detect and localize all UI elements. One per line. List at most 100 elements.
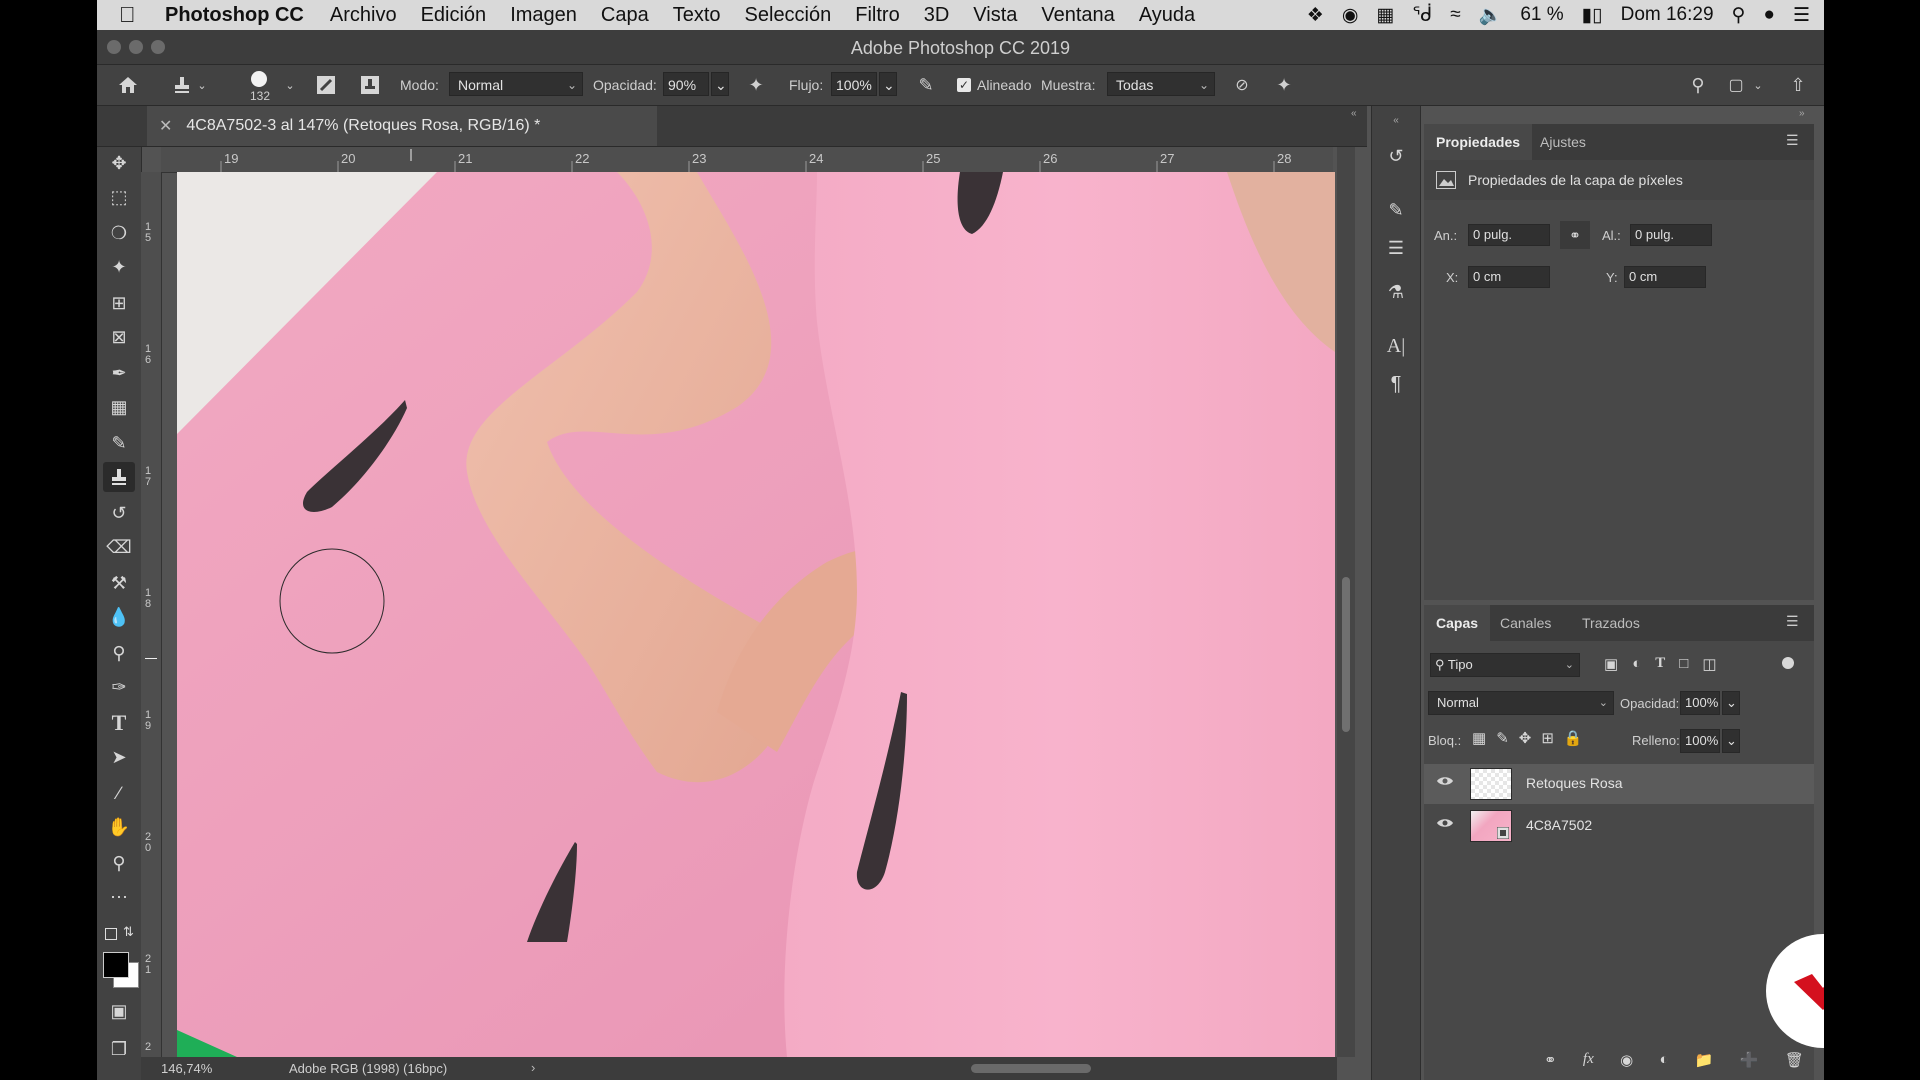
- x-field[interactable]: 0 cm: [1468, 266, 1550, 288]
- healing-brush-tool-icon[interactable]: ▦: [103, 392, 135, 422]
- menu-texto[interactable]: Texto: [673, 4, 721, 27]
- bluetooth-icon[interactable]: ᖂ: [1412, 4, 1432, 27]
- brush-settings-icon[interactable]: [315, 75, 337, 95]
- brush-picker-chevron-icon[interactable]: ⌄: [283, 73, 297, 97]
- frame-tool-icon[interactable]: ⊠: [103, 322, 135, 352]
- dock-collapse-icon[interactable]: «: [1382, 114, 1410, 126]
- width-field[interactable]: 0 pulg.: [1468, 224, 1550, 246]
- properties-menu-icon[interactable]: ☰: [1786, 132, 1799, 149]
- swap-colors-icon[interactable]: ⇅: [123, 924, 134, 940]
- volume-icon[interactable]: 🔈: [1479, 3, 1503, 27]
- wifi-icon[interactable]: ≈: [1450, 4, 1460, 26]
- layer-opacity-input[interactable]: 100%: [1680, 691, 1720, 715]
- filter-toggle-icon[interactable]: [1782, 657, 1794, 669]
- share-icon[interactable]: ⇧: [1787, 75, 1809, 95]
- opacity-chevron-icon[interactable]: ⌄: [711, 72, 729, 96]
- zoom-tool-icon[interactable]: ⚲: [103, 848, 135, 878]
- brush-presets-panel-icon[interactable]: ✎: [1382, 196, 1410, 224]
- right-dock-collapse-icon[interactable]: »: [1799, 108, 1805, 119]
- foreground-color-swatch[interactable]: [103, 952, 129, 978]
- clone-source-icon[interactable]: [359, 75, 381, 95]
- lock-all-icon[interactable]: 🔒: [1564, 729, 1583, 747]
- notification-center-icon[interactable]: ☰: [1793, 4, 1810, 27]
- flow-input[interactable]: 100%: [831, 72, 877, 96]
- canvas-vertical-scrollbar[interactable]: [1337, 147, 1355, 1057]
- clock[interactable]: Dom 16:29: [1621, 4, 1714, 26]
- brush-preview-icon[interactable]: [249, 69, 269, 89]
- fill-chevron-icon[interactable]: ⌄: [1722, 729, 1740, 753]
- line-tool-icon[interactable]: ∕: [103, 778, 135, 808]
- eye-icon[interactable]: [1436, 816, 1456, 836]
- menu-imagen[interactable]: Imagen: [510, 4, 577, 27]
- adjustments-panel-icon[interactable]: ☰: [1382, 234, 1410, 262]
- clone-stamp-icon[interactable]: [169, 73, 195, 97]
- tab-propiedades[interactable]: Propiedades: [1424, 124, 1533, 160]
- layer-name[interactable]: 4C8A7502: [1526, 817, 1592, 833]
- layer-style-icon[interactable]: fx: [1583, 1051, 1594, 1069]
- blend-mode-dropdown[interactable]: Normal ⌄: [1428, 691, 1614, 715]
- new-group-icon[interactable]: 📁: [1695, 1051, 1714, 1069]
- tab-capas[interactable]: Capas: [1424, 605, 1491, 641]
- menu-edicion[interactable]: Edición: [421, 4, 487, 27]
- eye-icon[interactable]: [1436, 774, 1456, 794]
- blur-tool-icon[interactable]: 💧: [103, 602, 135, 632]
- document-tab[interactable]: ✕ 4C8A7502-3 al 147% (Retoques Rosa, RGB…: [147, 106, 657, 146]
- filter-adjustment-icon[interactable]: ◐: [1632, 655, 1641, 673]
- tab-trazados[interactable]: Trazados: [1570, 605, 1652, 641]
- layer-filter-dropdown[interactable]: ⚲ Tipo ⌄: [1430, 653, 1580, 677]
- menu-archivo[interactable]: Archivo: [330, 4, 397, 27]
- clone-stamp-tool-icon[interactable]: [103, 462, 135, 492]
- layer-row[interactable]: 4C8A7502: [1424, 806, 1814, 846]
- height-field[interactable]: 0 pulg.: [1630, 224, 1712, 246]
- lasso-tool-icon[interactable]: ❍: [103, 218, 135, 248]
- pressure-opacity-icon[interactable]: ✦: [745, 75, 767, 95]
- link-layers-icon[interactable]: ⚭: [1544, 1051, 1557, 1069]
- path-selection-tool-icon[interactable]: ➤: [103, 742, 135, 772]
- status-menu-chevron-icon[interactable]: ›: [531, 1060, 535, 1075]
- history-panel-icon[interactable]: ↺: [1382, 142, 1410, 170]
- add-mask-icon[interactable]: ◉: [1620, 1051, 1633, 1069]
- dropbox-icon[interactable]: ❖: [1307, 4, 1324, 27]
- pressure-size-icon[interactable]: ✦: [1273, 75, 1295, 95]
- menu-ayuda[interactable]: Ayuda: [1139, 4, 1195, 27]
- panel-collapse-icon[interactable]: «: [1351, 108, 1357, 119]
- tool-preset-chevron-icon[interactable]: ⌄: [195, 73, 209, 97]
- link-dimensions-icon[interactable]: ⚭: [1560, 221, 1590, 249]
- filter-pixel-icon[interactable]: ▣: [1604, 655, 1618, 673]
- menu-app-name[interactable]: Photoshop CC: [165, 4, 304, 27]
- paragraph-panel-icon[interactable]: ¶: [1382, 370, 1410, 398]
- lock-transparency-icon[interactable]: ▦: [1472, 729, 1486, 747]
- canvas-horizontal-scrollbar[interactable]: [971, 1064, 1091, 1073]
- type-tool-icon[interactable]: T: [103, 708, 135, 738]
- menu-seleccion[interactable]: Selección: [745, 4, 832, 27]
- workspace-icon[interactable]: ▢: [1725, 75, 1747, 95]
- move-tool-icon[interactable]: ✥: [103, 148, 135, 178]
- canvas-scroll-thumb[interactable]: [1342, 577, 1350, 732]
- magic-wand-tool-icon[interactable]: ✦: [103, 252, 135, 282]
- lock-position-icon[interactable]: ✥: [1519, 729, 1532, 747]
- filter-smart-object-icon[interactable]: ◫: [1702, 655, 1716, 673]
- adjustment-layer-icon[interactable]: ◐: [1659, 1051, 1668, 1069]
- apple-icon[interactable]: : [119, 2, 149, 28]
- screen-mode-icon[interactable]: ❐: [103, 1034, 135, 1064]
- paint-bucket-tool-icon[interactable]: ⚒: [103, 568, 135, 598]
- workspace-chevron-icon[interactable]: ⌄: [1751, 75, 1765, 95]
- layer-row[interactable]: Retoques Rosa: [1424, 764, 1814, 804]
- spotlight-search-icon[interactable]: ⚲: [1732, 4, 1746, 27]
- document-canvas[interactable]: [177, 172, 1335, 1057]
- lock-pixels-icon[interactable]: ✎: [1496, 729, 1509, 747]
- ignore-adjustment-layers-icon[interactable]: ⊘: [1231, 75, 1253, 95]
- character-panel-icon[interactable]: A|: [1382, 332, 1410, 360]
- marquee-tool-icon[interactable]: ⬚: [103, 182, 135, 212]
- flow-chevron-icon[interactable]: ⌄: [879, 72, 897, 96]
- battery-icon[interactable]: ▮▯: [1582, 4, 1603, 27]
- filter-shape-icon[interactable]: □: [1679, 655, 1688, 673]
- delete-layer-icon[interactable]: 🗑: [1785, 1051, 1804, 1069]
- close-tab-icon[interactable]: ✕: [159, 116, 172, 136]
- aligned-checkbox[interactable]: ✓: [957, 78, 971, 92]
- lock-artboard-icon[interactable]: ⊞: [1541, 729, 1554, 747]
- home-icon[interactable]: [115, 73, 141, 97]
- more-tools-icon[interactable]: ⋯: [103, 882, 135, 912]
- new-layer-icon[interactable]: ➕: [1740, 1051, 1759, 1069]
- search-icon[interactable]: ⚲: [1687, 75, 1709, 95]
